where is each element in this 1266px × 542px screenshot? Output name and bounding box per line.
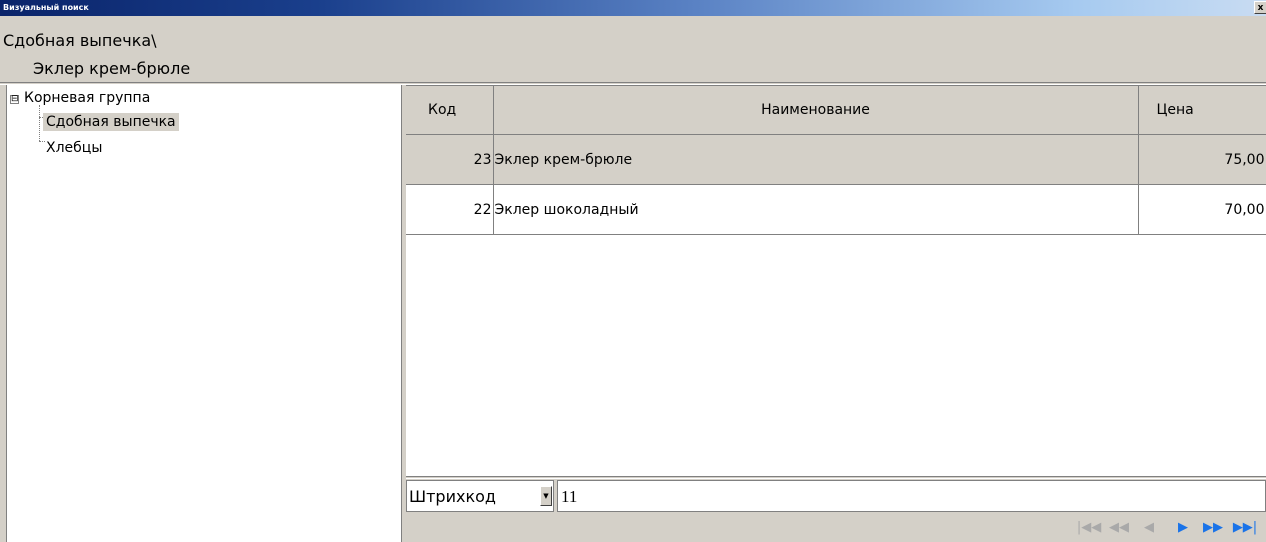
column-header-code[interactable]: Код — [406, 86, 494, 135]
dropdown-arrow-icon[interactable]: ▼ — [540, 486, 552, 506]
group-tree[interactable]: ⊟ Корневая группа Сдобная выпечка Хлебцы — [6, 85, 402, 542]
search-input[interactable] — [558, 481, 1254, 513]
tree-node-root[interactable]: Корневая группа — [24, 90, 150, 106]
table-row[interactable]: 23 Эклер крем-брюле 75,00 — [406, 134, 1266, 185]
cell-price[interactable]: 70,00 — [1138, 184, 1266, 235]
search-field-value: Штрихкод — [409, 487, 496, 506]
column-header-price[interactable]: Цена — [1138, 86, 1266, 135]
search-input-box[interactable] — [557, 480, 1266, 513]
last-icon[interactable]: ▶▶| — [1232, 516, 1258, 540]
window-title: Визуальный поиск — [3, 3, 89, 12]
products-grid[interactable]: Код Наименование Цена 23 Эклер крем-брюл… — [406, 85, 1266, 477]
navigation-bar: |◀◀ ◀◀ ◀ ▶ ▶▶ ▶▶| — [1076, 516, 1266, 542]
cell-price[interactable]: 75,00 — [1138, 134, 1266, 185]
next-page-icon[interactable]: ▶▶ — [1200, 516, 1226, 540]
prev-page-icon[interactable]: ◀◀ — [1106, 516, 1132, 540]
search-field-select[interactable]: Штрихкод ▼ — [406, 480, 554, 512]
tree-connector — [39, 105, 40, 141]
tree-node-khlebtsy[interactable]: Хлебцы — [46, 140, 102, 156]
tree-node-sdobnaya-vypechka[interactable]: Сдобная выпечка — [43, 113, 179, 131]
close-button[interactable]: x — [1254, 1, 1266, 14]
cell-code[interactable]: 23 — [406, 134, 494, 185]
first-icon[interactable]: |◀◀ — [1076, 516, 1102, 540]
breadcrumb: Сдобная выпечка\ — [3, 31, 157, 50]
tree-connector — [39, 141, 45, 142]
selected-product-label: Эклер крем-брюле — [33, 59, 191, 78]
next-icon[interactable]: ▶ — [1170, 516, 1196, 540]
cell-name[interactable]: Эклер крем-брюле — [493, 134, 1139, 185]
cell-name[interactable]: Эклер шоколадный — [493, 184, 1139, 235]
table-row[interactable]: 22 Эклер шоколадный 70,00 — [406, 184, 1266, 235]
divider — [406, 476, 1266, 479]
title-bar: Визуальный поиск x — [0, 0, 1266, 16]
cell-code[interactable]: 22 — [406, 184, 494, 235]
collapse-icon[interactable]: ⊟ — [10, 95, 19, 104]
prev-icon[interactable]: ◀ — [1136, 516, 1162, 540]
column-header-name[interactable]: Наименование — [493, 86, 1139, 135]
